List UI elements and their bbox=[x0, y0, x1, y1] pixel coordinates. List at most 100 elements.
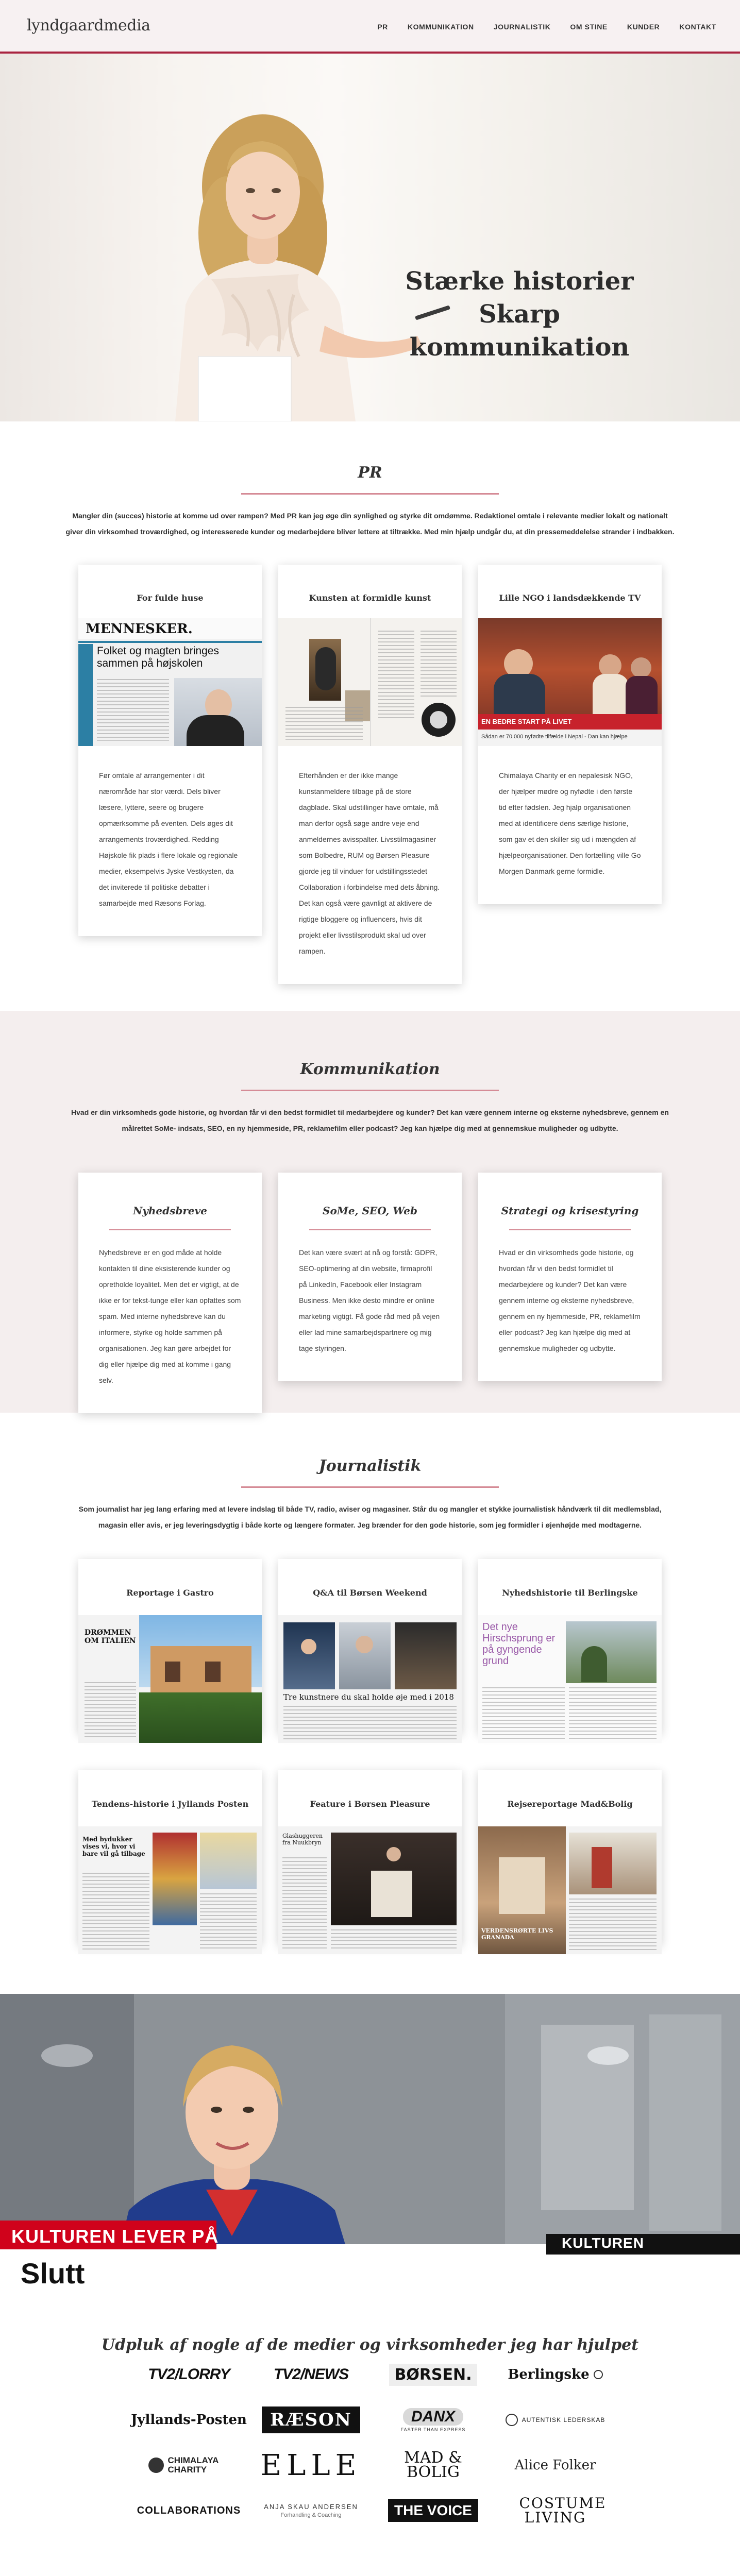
nav-item-kunder[interactable]: KUNDER bbox=[627, 23, 660, 31]
video-corner-tag: KULTUREN bbox=[562, 2235, 644, 2251]
journalistik-card[interactable]: Tendens-historie i Jyllands Posten Med b… bbox=[78, 1770, 262, 1954]
client-logo-borsen: BØRSEN. bbox=[372, 2357, 494, 2393]
site-logo[interactable]: lyndgaardmedia bbox=[27, 16, 150, 35]
pr-card: Kunsten at formidle kunst Efterhånden er… bbox=[278, 565, 462, 984]
hero-banner: Stærke historier Skarp kommunikation bbox=[0, 54, 740, 421]
journalistik-card-title: Rejsereportage Mad&Bolig bbox=[507, 1799, 633, 1809]
nav-item-kontakt[interactable]: KONTAKT bbox=[679, 23, 716, 31]
lotus-icon bbox=[148, 2458, 164, 2473]
journalistik-title: Journalistik bbox=[318, 1457, 422, 1475]
journalistik-card[interactable]: Reportage i Gastro DRØMMEN OM ITALIEN bbox=[78, 1559, 262, 1743]
journalistik-card[interactable]: Feature i Børsen Pleasure Glashuggeren f… bbox=[278, 1770, 462, 1954]
hero-headline-line-2: Skarp kommunikation bbox=[409, 300, 630, 362]
pr-section: PR Mangler din (succes) historie at komm… bbox=[0, 421, 740, 1011]
berlingske-headline: Det nye Hirschsprung er på gyngende grun… bbox=[482, 1621, 556, 1667]
video-ticker-label: KULTUREN LEVER PÅ bbox=[11, 2226, 219, 2247]
borsen-pleasure-spread-image: Glashuggeren fra Nuukbryn bbox=[278, 1826, 462, 1954]
newspaper-clipping-image: MENNESKER. Folket og magten bringes samm… bbox=[78, 618, 262, 746]
pr-card-title: Kunsten at formidle kunst bbox=[309, 593, 431, 603]
pr-card-text: Chimalaya Charity er en nepalesisk NGO, … bbox=[499, 771, 641, 875]
borsen-headline: Tre kunstnere du skal holde øje med i 20… bbox=[283, 1692, 454, 1702]
nav-item-pr[interactable]: PR bbox=[377, 23, 388, 31]
pr-intro: Mangler din (succes) historie at komme u… bbox=[65, 512, 675, 536]
clients-section: Udpluk af nogle af de medier og virksomh… bbox=[0, 2296, 740, 2574]
journalistik-card-title: Nyhedshistorie til Berlingske bbox=[502, 1588, 638, 1598]
clipping-headline: Folket og magten bringes sammen på højsk… bbox=[97, 645, 219, 669]
client-logo-the-voice: THE VOICE bbox=[372, 2493, 494, 2529]
kommunikation-card-text: Det kan være svært at nå og forstå: GDPR… bbox=[299, 1248, 440, 1352]
client-logo-tv2-news: TV2/NEWS bbox=[273, 2366, 349, 2383]
client-logo-autentisk-lederskab: AUTENTISK LEDERSKAB bbox=[494, 2402, 616, 2438]
journalistik-intro: Som journalist har jeg lang erfaring med… bbox=[78, 1505, 662, 1529]
site-header: lyndgaardmedia PR KOMMUNIKATION JOURNALI… bbox=[0, 0, 740, 54]
pr-cards: For fulde huse MENNESKER. Folket og magt… bbox=[0, 565, 740, 984]
client-logo-chimalaya-charity: CHIMALAYA CHARITY bbox=[128, 2447, 250, 2483]
pleasure-headline: Glashuggeren fra Nuukbryn bbox=[282, 1833, 323, 1846]
journalistik-cards-row-2: Tendens-historie i Jyllands Posten Med b… bbox=[0, 1770, 740, 1954]
nav-item-om-stine[interactable]: OM STINE bbox=[570, 23, 607, 31]
kommunikation-card-text: Hvad er din virksomheds gode historie, o… bbox=[499, 1248, 641, 1352]
pr-card: For fulde huse MENNESKER. Folket og magt… bbox=[78, 565, 262, 936]
video-ticker-subtitle: Slutt bbox=[21, 2257, 85, 2290]
kommunikation-card: Strategi og krisestyring Hvad er din vir… bbox=[478, 1173, 662, 1381]
tv-lower-third-caption: EN BEDRE START PÅ LIVET bbox=[481, 718, 572, 725]
gastro-spread-image: DRØMMEN OM ITALIEN bbox=[78, 1615, 262, 1743]
tv-studio-image: EN BEDRE START PÅ LIVET Sådan er 70.000 … bbox=[478, 618, 662, 746]
client-logo-tv2-lorry: TV2/LORRY bbox=[148, 2366, 230, 2383]
kommunikation-cards: Nyhedsbreve Nyhedsbreve er en god måde a… bbox=[0, 1173, 740, 1413]
gastro-headline: DRØMMEN OM ITALIEN bbox=[85, 1629, 136, 1645]
kommunikation-divider bbox=[241, 1090, 499, 1091]
hero-headline-line-1: Stærke historier bbox=[405, 267, 634, 296]
client-logo-anja-skau-andersen: ANJA SKAU ANDERSEN Forhandling & Coachin… bbox=[264, 2503, 358, 2518]
pr-card-title: Lille NGO i landsdækkende TV bbox=[499, 593, 641, 603]
video-still[interactable]: KULTUREN LEVER PÅ Slutt KULTUREN bbox=[0, 1994, 740, 2296]
tv-lower-third-subcaption: Sådan er 70.000 nyfødte tilfælde i Nepal… bbox=[481, 734, 628, 740]
journalistik-card[interactable]: Q&A til Børsen Weekend Tre kunstnere du … bbox=[278, 1559, 462, 1743]
magazine-spread-image bbox=[278, 618, 462, 746]
clipping-masthead: MENNESKER. bbox=[86, 621, 193, 637]
client-logo-alice-folker: Alice Folker bbox=[514, 2458, 596, 2473]
client-logo-costume-living: COSTUME LIVING bbox=[519, 2495, 607, 2526]
client-logo-grid: TV2/LORRY TV2/NEWS BØRSEN. Berlingske Jy… bbox=[128, 2357, 616, 2529]
kommunikation-section: Kommunikation Hvad er din virksomheds go… bbox=[0, 1011, 740, 1413]
main-nav: PR KOMMUNIKATION JOURNALISTIK OM STINE K… bbox=[377, 23, 716, 31]
pr-title: PR bbox=[358, 464, 382, 482]
pr-card-title: For fulde huse bbox=[137, 593, 204, 603]
pr-divider bbox=[241, 493, 499, 495]
berlingske-spread-image: Det nye Hirschsprung er på gyngende grun… bbox=[478, 1615, 662, 1743]
kommunikation-card: Nyhedsbreve Nyhedsbreve er en god måde a… bbox=[78, 1173, 262, 1413]
kommunikation-card-title: SoMe, SEO, Web bbox=[323, 1205, 417, 1217]
jp-headline: Med bydukker vises vi, hvor vi bare vil … bbox=[82, 1836, 145, 1857]
client-logo-mad-og-bolig: MAD & BOLIG bbox=[404, 2449, 462, 2481]
client-logo-jyllands-posten: Jyllands-Posten bbox=[131, 2412, 247, 2428]
nav-item-journalistik[interactable]: JOURNALISTIK bbox=[494, 23, 551, 31]
journalistik-card[interactable]: Nyhedshistorie til Berlingske Det nye Hi… bbox=[478, 1559, 662, 1743]
kommunikation-card-title: Nyhedsbreve bbox=[132, 1205, 207, 1217]
pr-card: Lille NGO i landsdækkende TV EN BEDRE ST… bbox=[478, 565, 662, 904]
journalistik-card-title: Reportage i Gastro bbox=[126, 1588, 214, 1598]
journalistik-card-title: Tendens-historie i Jyllands Posten bbox=[91, 1799, 249, 1809]
journalistik-card-title: Q&A til Børsen Weekend bbox=[313, 1588, 427, 1598]
mad-og-bolig-spread-image: VERDENSRØRTE LIVS GRANADA bbox=[478, 1826, 662, 1954]
journalistik-card[interactable]: Rejsereportage Mad&Bolig VERDENSRØRTE LI… bbox=[478, 1770, 662, 1954]
crown-icon bbox=[593, 2370, 603, 2379]
hero-headline: Stærke historier Skarp kommunikation bbox=[365, 265, 674, 364]
client-logo-berlingske: Berlingske bbox=[494, 2357, 616, 2393]
client-logo-collaborations: COLLABORATIONS bbox=[137, 2504, 241, 2516]
mad-bolig-headline: VERDENSRØRTE LIVS GRANADA bbox=[481, 1927, 553, 1941]
pr-card-text: Efterhånden er der ikke mange kunstanmel… bbox=[299, 771, 440, 955]
jyllands-posten-spread-image: Med bydukker vises vi, hvor vi bare vil … bbox=[78, 1826, 262, 1954]
journalistik-divider bbox=[241, 1486, 499, 1488]
kommunikation-card-text: Nyhedsbreve er en god måde at holde kont… bbox=[99, 1248, 241, 1384]
nav-item-kommunikation[interactable]: KOMMUNIKATION bbox=[408, 23, 474, 31]
client-logo-danx: DANX FASTER THAN EXPRESS bbox=[400, 2408, 466, 2432]
journalistik-card-title: Feature i Børsen Pleasure bbox=[310, 1799, 430, 1809]
client-logo-elle: ELLE bbox=[260, 2448, 362, 2482]
kommunikation-card: SoMe, SEO, Web Det kan være svært at nå … bbox=[278, 1173, 462, 1381]
borsen-weekend-spread-image: Tre kunstnere du skal holde øje med i 20… bbox=[278, 1615, 462, 1743]
pr-card-text: Før omtale af arrangementer i dit næromr… bbox=[99, 771, 238, 907]
clients-title: Udpluk af nogle af de medier og virksomh… bbox=[101, 2336, 639, 2354]
badge-icon bbox=[505, 2414, 518, 2426]
client-logo-raeson: RÆSON bbox=[250, 2402, 372, 2438]
kommunikation-intro: Hvad er din virksomheds gode historie, o… bbox=[71, 1108, 669, 1132]
